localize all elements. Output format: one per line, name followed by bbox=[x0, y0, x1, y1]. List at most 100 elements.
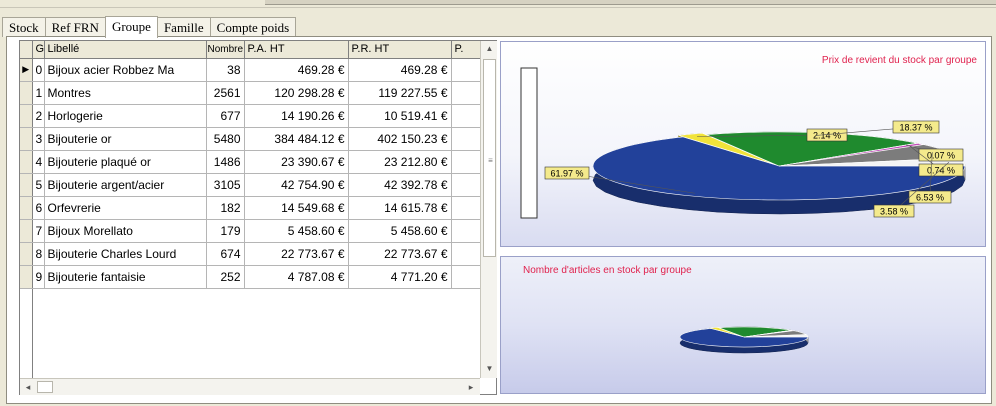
cell-g[interactable]: 9 bbox=[32, 265, 45, 289]
table-row[interactable]: 4 Bijouterie plaqué or 1486 23 390.67 €23 2… bbox=[20, 150, 482, 174]
cell-libelle[interactable]: Bijouterie Charles Lourd bbox=[44, 242, 207, 266]
table-row[interactable]: 7 Bijoux Morellato 179 5 458.60 €5 458.60 € bbox=[20, 219, 482, 243]
cell-g[interactable]: 3 bbox=[32, 127, 45, 151]
grid-horizontal-scrollbar[interactable]: ◂ ▸ bbox=[20, 378, 480, 395]
cell-g[interactable]: 8 bbox=[32, 242, 45, 266]
table-row[interactable]: 5 Bijouterie argent/acier 3105 42 754.90 €4… bbox=[20, 173, 482, 197]
cell-g[interactable]: 7 bbox=[32, 219, 45, 243]
cell-pr-ht[interactable]: 23 212.80 € bbox=[348, 150, 452, 174]
cell-pr-ht[interactable]: 5 458.60 € bbox=[348, 219, 452, 243]
cell-nombre[interactable]: 5480 bbox=[206, 127, 245, 151]
cell-libelle[interactable]: Horlogerie bbox=[44, 104, 207, 128]
cell-p[interactable] bbox=[451, 173, 482, 197]
tab-stock[interactable]: Stock bbox=[2, 17, 46, 37]
cell-pa-ht[interactable]: 14 190.26 € bbox=[244, 104, 349, 128]
cell-pr-ht[interactable]: 119 227.55 € bbox=[348, 81, 452, 105]
row-indicator[interactable] bbox=[20, 150, 33, 174]
row-indicator[interactable] bbox=[20, 219, 33, 243]
cell-p[interactable] bbox=[451, 265, 482, 289]
cell-pr-ht[interactable]: 402 150.23 € bbox=[348, 127, 452, 151]
column-header-p[interactable]: P. bbox=[451, 41, 482, 59]
cell-nombre[interactable]: 674 bbox=[206, 242, 245, 266]
table-row[interactable]: 9 Bijouterie fantaisie 252 4 787.08 €4 771.… bbox=[20, 265, 482, 289]
cell-libelle[interactable]: Orfevrerie bbox=[44, 196, 207, 220]
cell-pr-ht[interactable]: 469.28 € bbox=[348, 58, 452, 82]
cell-g[interactable]: 2 bbox=[32, 104, 45, 128]
arrow-down-icon[interactable]: ▼ bbox=[481, 361, 498, 377]
cell-libelle[interactable]: Bijoux Morellato bbox=[44, 219, 207, 243]
cell-pa-ht[interactable]: 384 484.12 € bbox=[244, 127, 349, 151]
cell-pr-ht[interactable]: 10 519.41 € bbox=[348, 104, 452, 128]
tab-groupe[interactable]: Groupe bbox=[104, 16, 158, 38]
cell-p[interactable] bbox=[451, 196, 482, 220]
cell-p[interactable] bbox=[451, 242, 482, 266]
row-indicator[interactable] bbox=[20, 127, 33, 151]
tab-famille[interactable]: Famille bbox=[156, 17, 211, 37]
cell-nombre[interactable]: 182 bbox=[206, 196, 245, 220]
cell-nombre[interactable]: 252 bbox=[206, 265, 245, 289]
cell-libelle[interactable]: Bijouterie argent/acier bbox=[44, 173, 207, 197]
arrow-up-icon[interactable]: ▲ bbox=[481, 41, 498, 57]
arrow-left-icon[interactable]: ◂ bbox=[20, 379, 36, 395]
cell-pa-ht[interactable]: 469.28 € bbox=[244, 58, 349, 82]
row-indicator[interactable] bbox=[20, 265, 33, 289]
cell-libelle[interactable]: Bijouterie plaqué or bbox=[44, 150, 207, 174]
row-indicator[interactable] bbox=[20, 104, 33, 128]
cell-p[interactable] bbox=[451, 81, 482, 105]
grid-vertical-scrollbar[interactable]: ▲ ≡ ▼ bbox=[480, 41, 497, 378]
cell-p[interactable] bbox=[451, 150, 482, 174]
cell-g[interactable]: 4 bbox=[32, 150, 45, 174]
column-header-libelle[interactable]: Libellé bbox=[44, 41, 207, 59]
cell-pr-ht[interactable]: 42 392.78 € bbox=[348, 173, 452, 197]
cell-pr-ht[interactable]: 4 771.20 € bbox=[348, 265, 452, 289]
cell-p[interactable] bbox=[451, 104, 482, 128]
tab-ref-frn[interactable]: Ref FRN bbox=[44, 17, 106, 37]
cell-pa-ht[interactable]: 22 773.67 € bbox=[244, 242, 349, 266]
row-pointer-icon[interactable]: ▶ bbox=[20, 58, 33, 82]
table-row[interactable]: 6 Orfevrerie 182 14 549.68 €14 615.78 € bbox=[20, 196, 482, 220]
cell-g[interactable]: 6 bbox=[32, 196, 45, 220]
table-row[interactable]: ▶ 0 Bijoux acier Robbez Ma 38 469.28 €469.28… bbox=[20, 58, 482, 82]
cell-nombre[interactable]: 38 bbox=[206, 58, 245, 82]
cell-pa-ht[interactable]: 4 787.08 € bbox=[244, 265, 349, 289]
row-indicator[interactable] bbox=[20, 196, 33, 220]
cell-nombre[interactable]: 1486 bbox=[206, 150, 245, 174]
cell-p[interactable] bbox=[451, 58, 482, 82]
cell-libelle[interactable]: Montres bbox=[44, 81, 207, 105]
cell-nombre[interactable]: 179 bbox=[206, 219, 245, 243]
column-header-pr-ht[interactable]: P.R. HT bbox=[348, 41, 452, 59]
cell-pr-ht[interactable]: 22 773.67 € bbox=[348, 242, 452, 266]
cell-libelle[interactable]: Bijoux acier Robbez Ma bbox=[44, 58, 207, 82]
column-header-g[interactable]: G bbox=[32, 41, 45, 59]
cell-g[interactable]: 0 bbox=[32, 58, 45, 82]
table-row[interactable]: 3 Bijouterie or 5480 384 484.12 €402 150.23… bbox=[20, 127, 482, 151]
cell-p[interactable] bbox=[451, 219, 482, 243]
cell-pr-ht[interactable]: 14 615.78 € bbox=[348, 196, 452, 220]
row-indicator[interactable] bbox=[20, 242, 33, 266]
row-indicator[interactable] bbox=[20, 81, 33, 105]
count-pie-chart bbox=[679, 326, 809, 354]
column-header-pa-ht[interactable]: P.A. HT bbox=[244, 41, 349, 59]
table-row[interactable]: 8 Bijouterie Charles Lourd 674 22 773.67 €2… bbox=[20, 242, 482, 266]
cell-pa-ht[interactable]: 42 754.90 € bbox=[244, 173, 349, 197]
tab-compte-poids[interactable]: Compte poids bbox=[209, 17, 297, 37]
cell-p[interactable] bbox=[451, 127, 482, 151]
vertical-scroll-thumb[interactable]: ≡ bbox=[483, 59, 496, 257]
cell-pa-ht[interactable]: 14 549.68 € bbox=[244, 196, 349, 220]
cell-pa-ht[interactable]: 23 390.67 € bbox=[244, 150, 349, 174]
cell-pa-ht[interactable]: 120 298.28 € bbox=[244, 81, 349, 105]
cell-libelle[interactable]: Bijouterie or bbox=[44, 127, 207, 151]
cell-g[interactable]: 1 bbox=[32, 81, 45, 105]
cell-nombre[interactable]: 3105 bbox=[206, 173, 245, 197]
horizontal-scroll-thumb[interactable] bbox=[37, 381, 53, 393]
cell-libelle[interactable]: Bijouterie fantaisie bbox=[44, 265, 207, 289]
column-header-nombre[interactable]: Nombre bbox=[206, 41, 245, 59]
cell-pa-ht[interactable]: 5 458.60 € bbox=[244, 219, 349, 243]
cell-nombre[interactable]: 2561 bbox=[206, 81, 245, 105]
table-row[interactable]: 2 Horlogerie 677 14 190.26 €10 519.41 € bbox=[20, 104, 482, 128]
cell-g[interactable]: 5 bbox=[32, 173, 45, 197]
table-row[interactable]: 1 Montres 2561 120 298.28 €119 227.55 € bbox=[20, 81, 482, 105]
cell-nombre[interactable]: 677 bbox=[206, 104, 245, 128]
arrow-right-icon[interactable]: ▸ bbox=[463, 379, 479, 395]
row-indicator[interactable] bbox=[20, 173, 33, 197]
